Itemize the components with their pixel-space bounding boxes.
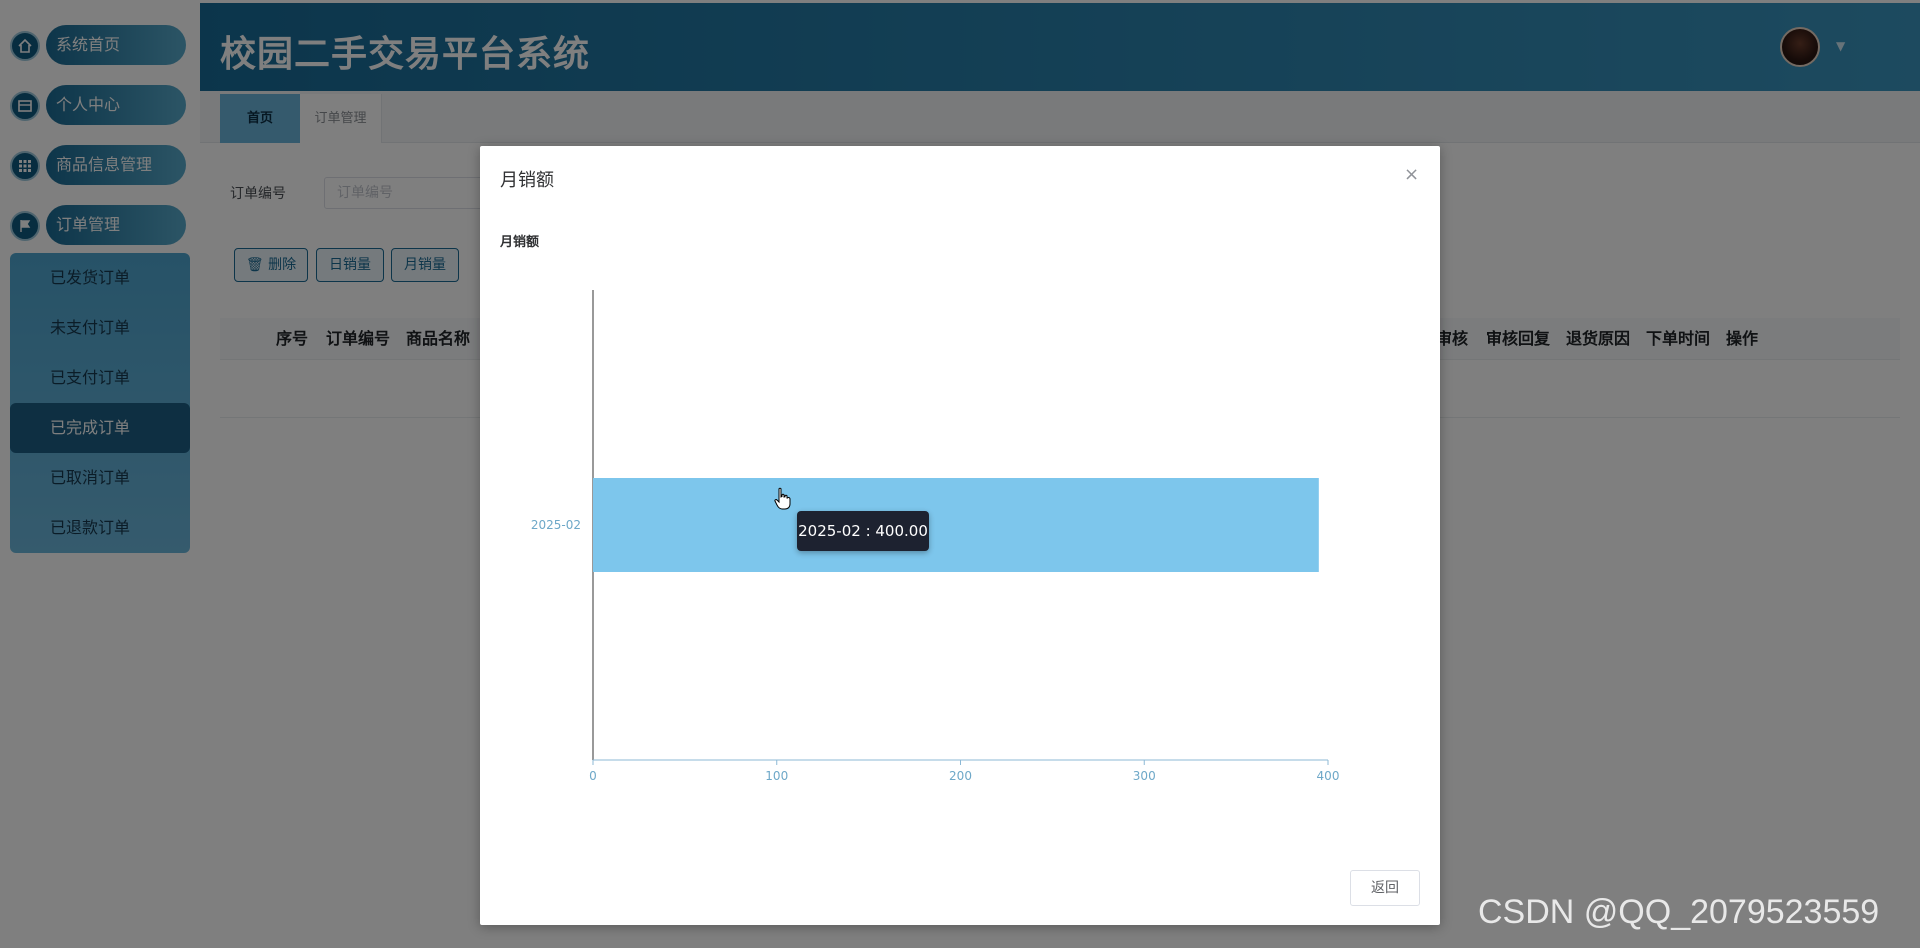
x-tick-label: 400 xyxy=(1317,769,1340,783)
x-tick-label: 100 xyxy=(765,769,788,783)
y-tick-label: 2025-02 xyxy=(531,518,581,532)
x-tick-label: 200 xyxy=(949,769,972,783)
bar-2025-02[interactable] xyxy=(593,478,1319,572)
bar-chart: 月销额 2025-02 0 100 200 300 400 xyxy=(499,234,1340,783)
chart-tooltip: 2025-02 : 400.00 xyxy=(797,511,929,551)
monthly-sales-dialog: 月销额 × 月销额 2025-02 0 100 200 300 400 返回 xyxy=(480,146,1440,925)
x-tick-label: 0 xyxy=(589,769,597,783)
watermark: CSDN @QQ_2079523559 xyxy=(1478,893,1880,931)
return-button[interactable]: 返回 xyxy=(1350,870,1420,906)
x-tick-label: 300 xyxy=(1133,769,1156,783)
hand-cursor-icon xyxy=(774,487,791,510)
chart-title: 月销额 xyxy=(499,234,539,250)
